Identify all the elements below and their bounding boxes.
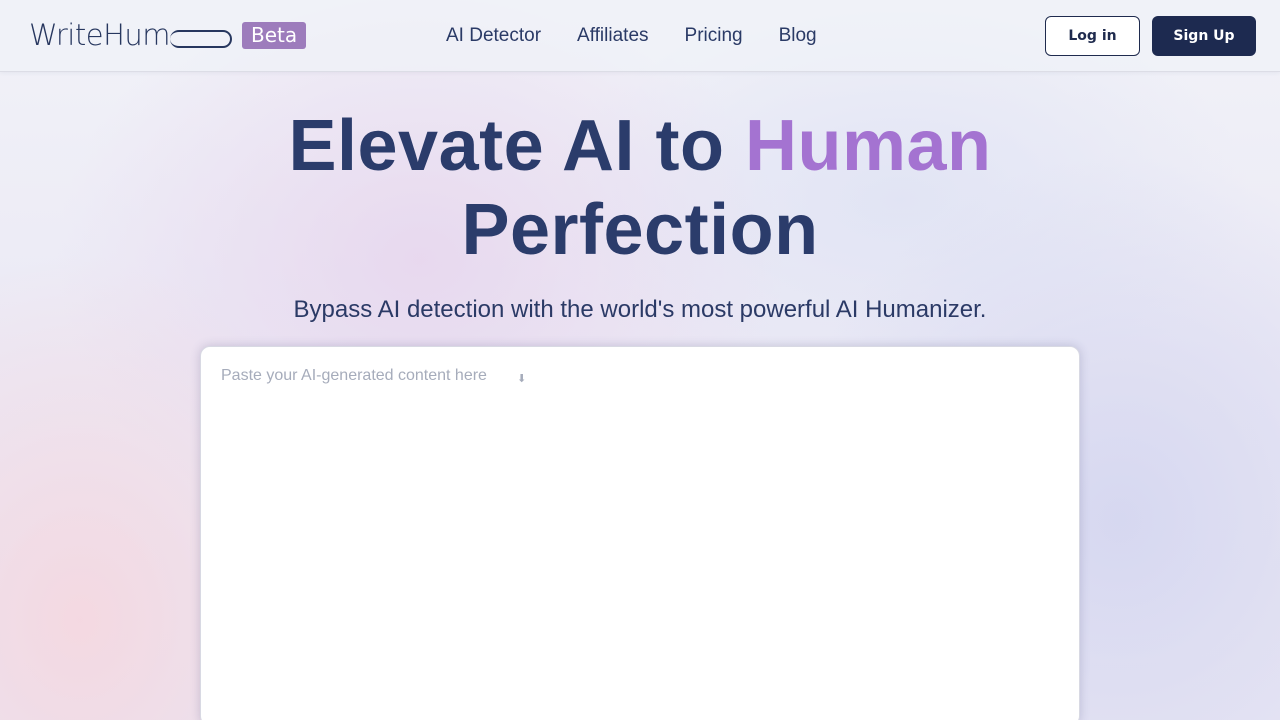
nav-link-ai-detector[interactable]: AI Detector xyxy=(446,23,541,49)
hero-title-accent: Human xyxy=(744,106,992,186)
hero-title: Elevate AI to Human Perfection xyxy=(0,104,1280,272)
logo-wordmark-tail xyxy=(170,30,232,48)
writehuman-logo[interactable]: WriteHum Beta xyxy=(29,18,307,52)
arrow-down-icon: ⬇ xyxy=(517,372,527,385)
nav-link-pricing[interactable]: Pricing xyxy=(685,23,743,49)
hero-title-part2: Perfection xyxy=(461,190,819,270)
beta-badge: Beta xyxy=(242,21,307,49)
nav-link-affiliates[interactable]: Affiliates xyxy=(577,23,648,49)
login-button[interactable]: Log in xyxy=(1045,16,1140,56)
signup-button[interactable]: Sign Up xyxy=(1152,16,1256,56)
hero-subtitle: Bypass AI detection with the world's mos… xyxy=(293,296,987,323)
hero-title-part1: Elevate AI to xyxy=(288,106,745,186)
ai-content-input[interactable] xyxy=(221,367,1061,707)
content-editor xyxy=(200,346,1080,720)
main-nav: AI Detector Affiliates Pricing Blog xyxy=(446,23,853,49)
top-navbar: WriteHum Beta AI Detector Affiliates Pri… xyxy=(0,0,1280,72)
logo-wordmark: WriteHum xyxy=(29,18,171,52)
nav-link-blog[interactable]: Blog xyxy=(779,23,817,49)
